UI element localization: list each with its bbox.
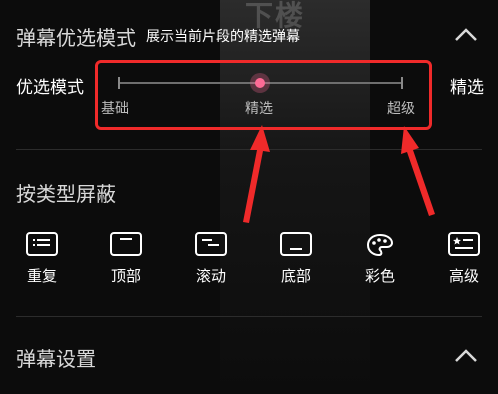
danmaku-settings-title: 弹幕设置 [16,346,96,371]
filter-repeat-label: 重复 [26,267,57,285]
filter-advanced[interactable]: 高级 [434,232,494,292]
filter-color-label: 彩色 [364,267,395,285]
danmaku-mode-header[interactable]: 弹幕优选模式 展示当前片段的精选弹幕 [16,16,482,56]
chevron-up-icon[interactable] [454,347,478,363]
filter-bottom-label: 底部 [280,267,311,285]
annotation-highlight-box [95,60,432,130]
section-divider [16,316,482,317]
filter-top-label: 顶部 [110,267,141,285]
filter-top[interactable]: 顶部 [96,232,156,292]
danmaku-mode-subtitle: 展示当前片段的精选弹幕 [146,29,300,45]
danmaku-settings-header[interactable]: 弹幕设置 [16,337,482,377]
filter-scroll-label: 滚动 [195,267,226,285]
chevron-up-icon[interactable] [454,26,478,42]
danmaku-mode-title: 弹幕优选模式 [16,25,136,50]
bottom-bar-icon [280,232,312,256]
filter-repeat[interactable]: 重复 [12,232,72,292]
top-bar-icon [110,232,142,256]
section-divider [16,149,482,150]
scroll-lines-icon [195,232,227,256]
filter-advanced-label: 高级 [448,267,479,285]
mode-label: 优选模式 [16,78,84,98]
block-by-type-header: 按类型屏蔽 [16,172,482,212]
palette-icon [366,233,394,257]
block-by-type-title: 按类型屏蔽 [16,181,116,206]
repeat-lines-icon [26,232,58,256]
filter-color[interactable]: 彩色 [350,232,410,292]
mode-current-value: 精选 [450,78,484,98]
filter-scroll[interactable]: 滚动 [181,232,241,292]
advanced-star-icon [448,232,480,256]
filter-bottom[interactable]: 底部 [266,232,326,292]
